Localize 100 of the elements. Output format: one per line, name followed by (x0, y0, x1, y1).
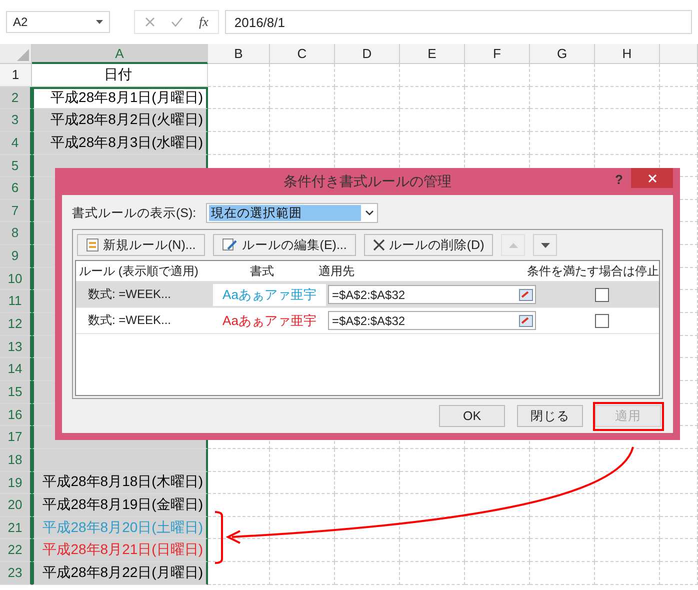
empty-cell (335, 516, 400, 540)
empty-cell (465, 86, 530, 110)
delete-rule-button[interactable]: ルールの削除(D) (364, 234, 494, 256)
row-header[interactable]: 12 (0, 313, 32, 336)
column-heading: 条件を満たす場合は停止 (526, 262, 659, 280)
table-cell: 平成28年8月21日(日曜日) (32, 539, 208, 562)
column-header[interactable]: E (400, 44, 465, 64)
row-header[interactable]: 15 (0, 380, 32, 404)
dropdown-icon (96, 20, 103, 24)
checkmark-icon[interactable] (171, 17, 183, 27)
row-header[interactable]: 9 (0, 245, 32, 268)
row-header[interactable]: 23 (0, 562, 32, 585)
row-header[interactable]: 20 (0, 494, 32, 517)
row-header[interactable]: 10 (0, 268, 32, 290)
empty-cell (335, 448, 400, 472)
empty-cell (400, 494, 465, 517)
empty-cell (335, 562, 400, 585)
empty-cell (530, 494, 595, 517)
row-header[interactable]: 4 (0, 132, 32, 155)
row-header[interactable]: 13 (0, 336, 32, 358)
row-header[interactable]: 16 (0, 404, 32, 426)
row-header[interactable]: 19 (0, 472, 32, 494)
new-rule-button[interactable]: 新規ルール(N)... (77, 234, 205, 256)
column-header[interactable]: B (208, 44, 270, 64)
empty-cell (270, 562, 335, 585)
empty-cell (465, 516, 530, 540)
empty-cell (530, 472, 595, 494)
column-header[interactable]: D (335, 44, 400, 64)
empty-cell (335, 472, 400, 494)
applies-to-field[interactable]: =$A$2:$A$32 (328, 285, 536, 304)
table-cell: 平成28年8月18日(木曜日) (32, 472, 208, 494)
empty-cell (270, 448, 335, 472)
row-header[interactable]: 6 (0, 177, 32, 200)
move-down-button[interactable] (533, 234, 558, 256)
range-picker-icon[interactable] (519, 314, 533, 326)
empty-cell (530, 516, 595, 540)
column-header[interactable]: C (270, 44, 335, 64)
empty-cell (595, 472, 660, 494)
row-header[interactable]: 5 (0, 154, 32, 178)
empty-cell (660, 448, 698, 472)
column-heading: ルール (表示順で適用) (78, 262, 200, 280)
row-header[interactable]: 17 (0, 426, 32, 449)
stop-checkbox[interactable] (595, 314, 609, 328)
rule-formula: 数式: =WEEK... (87, 312, 172, 329)
show-rules-label: 書式ルールの表示(S): (72, 204, 196, 222)
row-header[interactable]: 18 (0, 448, 32, 472)
edit-rule-button[interactable]: ルールの編集(E)... (212, 234, 356, 256)
empty-cell (595, 494, 660, 517)
empty-cell (465, 448, 530, 472)
empty-cell (400, 472, 465, 494)
column-header[interactable]: G (530, 44, 595, 64)
empty-cell (270, 86, 335, 110)
table-cell: 平成28年8月19日(金曜日) (32, 494, 208, 517)
name-box[interactable]: A2 (6, 11, 110, 33)
stop-checkbox[interactable] (595, 288, 609, 302)
row-header[interactable]: 1 (0, 64, 32, 87)
empty-cell (465, 64, 530, 87)
formula-field[interactable]: 2016/8/1 (225, 10, 692, 34)
document-icon (86, 238, 99, 252)
applies-to-field[interactable]: =$A$2:$A$32 (328, 311, 536, 330)
rule-row[interactable]: 数式: =WEEK... Aaあぁアァ亜宇 =$A$2:$A$32 (76, 308, 659, 334)
empty-cell (400, 86, 465, 110)
row-header[interactable]: 3 (0, 109, 32, 132)
row-header[interactable]: 8 (0, 222, 32, 246)
range-picker-icon[interactable] (519, 288, 533, 300)
close-button[interactable] (631, 168, 673, 188)
column-header[interactable]: A (32, 44, 208, 64)
empty-cell (595, 448, 660, 472)
table-cell: 平成28年8月1日(月曜日) (32, 86, 208, 110)
empty-cell (270, 64, 335, 87)
dialog-button[interactable]: 閉じる (517, 405, 583, 427)
dialog-button[interactable]: OK (439, 405, 505, 427)
column-header[interactable]: F (465, 44, 530, 64)
row-header[interactable]: 21 (0, 516, 32, 540)
format-preview: Aaあぁアァ亜宇 (212, 284, 326, 306)
row-header[interactable]: 7 (0, 200, 32, 222)
empty-cell (270, 109, 335, 132)
rule-row[interactable]: 数式: =WEEK... Aaあぁアァ亜宇 =$A$2:$A$32 (76, 282, 659, 308)
empty-cell (208, 64, 270, 87)
empty-cell (465, 562, 530, 585)
close-icon (648, 174, 656, 182)
row-header[interactable]: 2 (0, 86, 32, 110)
row-header[interactable]: 11 (0, 290, 32, 314)
empty-cell (270, 516, 335, 540)
empty-cell (595, 562, 660, 585)
scope-dropdown[interactable]: 現在の選択範囲 (206, 203, 378, 223)
row-header[interactable]: 14 (0, 358, 32, 381)
insert-function-button[interactable]: fx (199, 14, 208, 30)
empty-cell (660, 132, 698, 155)
chevron-icon (365, 210, 374, 216)
help-button[interactable]: ? (615, 172, 623, 187)
empty-cell (530, 562, 595, 585)
row-header[interactable]: 22 (0, 539, 32, 562)
column-header[interactable]: H (595, 44, 660, 64)
column-heading: 適用先 (317, 262, 356, 280)
empty-cell (660, 64, 698, 87)
empty-cell (400, 64, 465, 87)
empty-cell (465, 109, 530, 132)
empty-cell (270, 539, 335, 562)
empty-cell (335, 494, 400, 517)
